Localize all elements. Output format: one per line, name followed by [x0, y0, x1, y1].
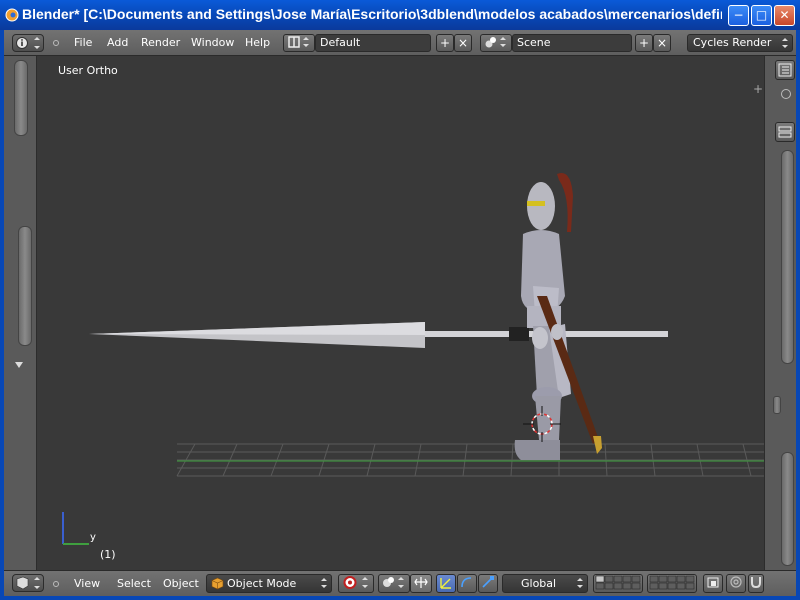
scale-icon: [482, 576, 494, 588]
menu-render[interactable]: Render: [141, 36, 180, 49]
render-engine-label: Cycles Render: [693, 36, 772, 49]
properties-editor-button[interactable]: [775, 122, 795, 142]
tool-shelf-scrollbar[interactable]: [18, 226, 32, 346]
editor-type-button[interactable]: [12, 34, 44, 52]
menu-window[interactable]: Window: [191, 36, 234, 49]
orientation-label: Global: [521, 577, 557, 590]
3d-view-header: View Select Object Object Mode Global: [4, 570, 796, 596]
collapse-arrow-icon[interactable]: [14, 360, 24, 370]
menu-add[interactable]: Add: [107, 36, 128, 49]
snap-toggle-button[interactable]: [748, 574, 764, 593]
remove-screen-button[interactable]: ×: [454, 34, 472, 52]
scene-layers-2[interactable]: [647, 574, 697, 593]
menu-collapse-icon[interactable]: [53, 40, 59, 46]
editor-type-3d-button[interactable]: [12, 574, 44, 592]
plus-icon: +: [638, 36, 650, 50]
properties-scrollbar-lower[interactable]: [781, 452, 794, 566]
layers-lock-icon: [707, 577, 719, 588]
properties-icon: [778, 126, 792, 138]
blender-logo-icon: [5, 8, 19, 22]
menu-select[interactable]: Select: [117, 577, 151, 590]
info-icon: [16, 37, 40, 49]
menu-file[interactable]: File: [74, 36, 92, 49]
frame-number-label: (1): [100, 548, 116, 561]
transform-orientation-select[interactable]: Global: [502, 574, 588, 593]
render-engine-select[interactable]: Cycles Render: [687, 34, 793, 52]
knight-model: [514, 172, 602, 460]
screen-layout-icon: [288, 36, 309, 48]
updown-arrows-icon: [782, 38, 788, 48]
screen-layout-selector[interactable]: [283, 34, 315, 52]
mode-select[interactable]: Object Mode: [206, 574, 332, 593]
layers-grid-icon: [649, 575, 695, 590]
axis-gizmo-icon: [62, 512, 89, 545]
tool-shelf-strip: [4, 56, 37, 570]
header-collapse-icon[interactable]: [53, 581, 59, 587]
updown-arrows-icon: [577, 578, 583, 588]
scene-icon: [485, 37, 506, 48]
pivot-icon: [383, 577, 404, 588]
axis-y-label: y: [90, 532, 96, 543]
updown-arrows-icon: [321, 578, 327, 588]
properties-scrollbar[interactable]: [781, 150, 794, 364]
scene-layers-1[interactable]: [593, 574, 643, 593]
x-icon: ×: [457, 36, 469, 50]
close-button[interactable]: ✕: [774, 5, 795, 26]
info-header: File Add Render Window Help Default + × …: [4, 30, 796, 56]
translate-icon: [440, 578, 451, 589]
screen-layout-name-field[interactable]: Default: [315, 34, 431, 52]
lance-model: [89, 322, 668, 348]
panel-handle[interactable]: [773, 396, 781, 414]
mode-label: Object Mode: [227, 577, 297, 590]
viewport-shading-select[interactable]: [338, 574, 374, 593]
proportional-edit-icon: [730, 576, 742, 588]
translate-manipulator-button[interactable]: [436, 574, 456, 593]
scale-manipulator-button[interactable]: [478, 574, 498, 593]
layers-grid-icon: [595, 575, 641, 590]
remove-scene-button[interactable]: ×: [653, 34, 671, 52]
window-frame-bottom: [0, 596, 800, 600]
scene-selector[interactable]: [480, 34, 512, 52]
lock-layers-button[interactable]: [703, 574, 723, 593]
add-screen-button[interactable]: +: [436, 34, 454, 52]
pivot-point-select[interactable]: [378, 574, 410, 593]
menu-view[interactable]: View: [74, 577, 100, 590]
shading-icon: [343, 576, 368, 589]
rotate-icon: [461, 577, 472, 588]
right-editor-strip: [764, 56, 796, 570]
window-title: Blender* [C:\Documents and Settings\Jose…: [22, 6, 722, 22]
tool-shelf-scroll-upper[interactable]: [14, 60, 28, 136]
3d-viewport[interactable]: User Ortho + y (1): [37, 56, 764, 570]
window-frame-right: [796, 30, 800, 600]
plus-icon: +: [439, 36, 451, 50]
proportional-editing-button[interactable]: [726, 574, 746, 593]
scene-name-field[interactable]: Scene: [512, 34, 632, 52]
x-icon: ×: [656, 36, 668, 50]
outliner-icon: [778, 63, 792, 77]
window-titlebar: Blender* [C:\Documents and Settings\Jose…: [0, 0, 800, 30]
manipulator-icon: [414, 577, 428, 588]
menu-object[interactable]: Object: [163, 577, 199, 590]
add-scene-button[interactable]: +: [635, 34, 653, 52]
cube-icon: [211, 577, 224, 590]
outliner-editor-button[interactable]: [775, 60, 795, 80]
3d-view-icon: [16, 576, 40, 590]
scene-render: [62, 172, 764, 545]
minimize-button[interactable]: −: [728, 5, 749, 26]
maximize-button[interactable]: □: [751, 5, 772, 26]
magnet-icon: [751, 577, 761, 589]
transform-manipulator-toggle[interactable]: [410, 574, 432, 593]
ground-grid: [176, 443, 764, 477]
outliner-collapse-icon[interactable]: [781, 89, 791, 99]
menu-help[interactable]: Help: [245, 36, 270, 49]
rotate-manipulator-button[interactable]: [457, 574, 477, 593]
